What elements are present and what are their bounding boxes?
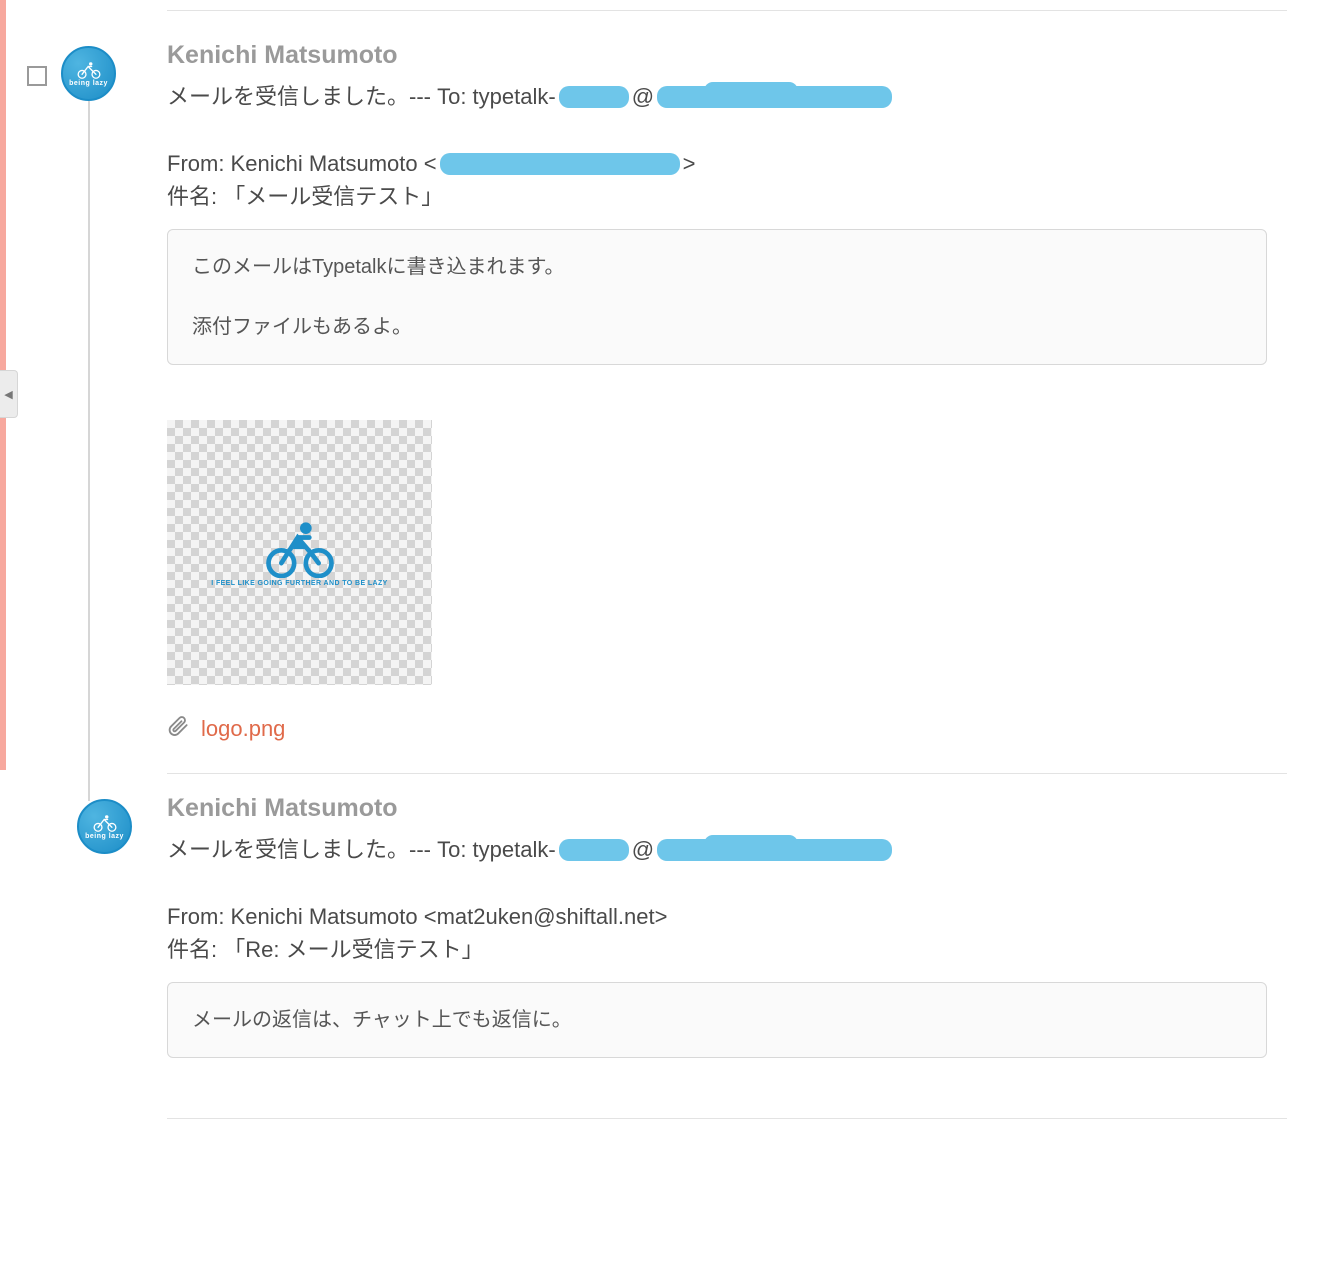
author-name: Kenichi Matsumoto bbox=[167, 41, 1287, 70]
message-thread: being lazy Kenichi Matsumoto メールを受信しました。… bbox=[17, 0, 1320, 1119]
message-line-from: From: Kenichi Matsumoto <mat2uken@shifta… bbox=[167, 900, 1287, 933]
avatar-label: being lazy bbox=[69, 80, 108, 87]
bike-icon bbox=[76, 61, 102, 79]
attachment-preview[interactable]: I FEEL LIKE GOING FURTHER AND TO BE LAZY bbox=[167, 420, 432, 685]
thread-connector bbox=[88, 101, 90, 801]
bike-icon bbox=[265, 518, 335, 578]
text-segment: From: Kenichi Matsumoto < bbox=[167, 147, 437, 180]
text-segment: メールを受信しました。--- To: typetalk- bbox=[167, 833, 556, 866]
attachment-filename: logo.png bbox=[201, 716, 285, 742]
avatar[interactable]: being lazy bbox=[61, 46, 116, 101]
text-segment: @ bbox=[632, 833, 654, 866]
quoted-body: メールの返信は、チャット上でも返信に。 bbox=[167, 982, 1267, 1058]
quote-line: 添付ファイルもあるよ。 bbox=[192, 310, 1242, 344]
preview-caption: I FEEL LIKE GOING FURTHER AND TO BE LAZY bbox=[211, 580, 388, 587]
redacted-segment bbox=[440, 153, 680, 175]
quote-line: このメールはTypetalkに書き込まれます。 bbox=[192, 250, 1242, 284]
quoted-body: このメールはTypetalkに書き込まれます。 添付ファイルもあるよ。 bbox=[167, 229, 1267, 365]
message-line-to: メールを受信しました。--- To: typetalk- @ bbox=[167, 80, 1287, 113]
message-line-to: メールを受信しました。--- To: typetalk- @ bbox=[167, 833, 1287, 866]
bike-icon bbox=[92, 814, 118, 832]
message-line-subject: 件名: 「Re: メール受信テスト」 bbox=[167, 933, 1287, 966]
chat-message: being lazy Kenichi Matsumoto メールを受信しました。… bbox=[17, 774, 1287, 1119]
quote-line: メールの返信は、チャット上でも返信に。 bbox=[192, 1003, 1242, 1037]
paperclip-icon bbox=[167, 715, 189, 743]
select-message-checkbox[interactable] bbox=[27, 66, 47, 86]
collapse-sidebar-tab[interactable]: ◀ bbox=[0, 370, 18, 418]
message-line-from: From: Kenichi Matsumoto < > bbox=[167, 147, 1287, 180]
chat-message: being lazy Kenichi Matsumoto メールを受信しました。… bbox=[17, 11, 1287, 774]
avatar[interactable]: being lazy bbox=[77, 799, 132, 854]
redacted-segment bbox=[657, 839, 892, 861]
redacted-segment bbox=[657, 86, 892, 108]
preview-content: I FEEL LIKE GOING FURTHER AND TO BE LAZY bbox=[211, 518, 388, 587]
attachment-link[interactable]: logo.png bbox=[167, 715, 1287, 743]
text-segment: メールを受信しました。--- To: typetalk- bbox=[167, 80, 556, 113]
author-name: Kenichi Matsumoto bbox=[167, 794, 1287, 823]
text-segment: @ bbox=[632, 80, 654, 113]
avatar-label: being lazy bbox=[85, 833, 124, 840]
divider bbox=[167, 1118, 1287, 1119]
text-segment: > bbox=[683, 147, 696, 180]
redacted-segment bbox=[559, 86, 629, 108]
message-line-subject: 件名: 「メール受信テスト」 bbox=[167, 180, 1287, 213]
redacted-segment bbox=[559, 839, 629, 861]
